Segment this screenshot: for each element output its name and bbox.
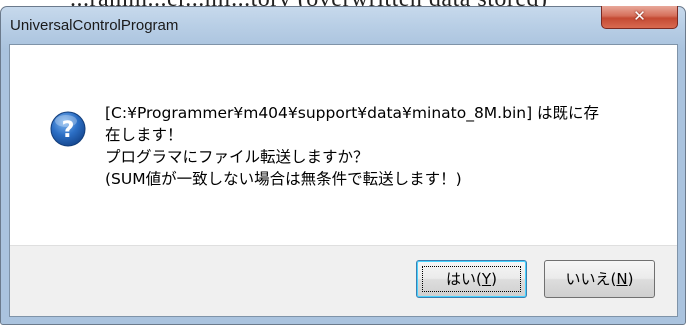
message-line: (SUM値が一致しない場合は無条件で転送します！) (105, 170, 462, 188)
dialog-client-area: ? [C:¥Programmer¥m404¥support¥data¥minat… (9, 44, 678, 317)
window-title: UniversalControlProgram (10, 17, 179, 34)
no-button-label: いいえ(N) (565, 270, 634, 288)
close-button[interactable]: ✕ (601, 6, 678, 29)
message-line: プログラマにファイル転送しますか？ (105, 148, 369, 166)
message-line: 在します！ (105, 126, 183, 144)
question-icon: ? (50, 111, 86, 147)
dialog-message: [C:¥Programmer¥m404¥support¥data¥minato_… (105, 102, 665, 190)
message-line: [C:¥Programmer¥m404¥support¥data¥minato_… (105, 104, 600, 122)
yes-button[interactable]: はい(Y) (416, 260, 527, 298)
svg-text:?: ? (62, 118, 75, 143)
yes-button-label: はい(Y) (446, 270, 497, 288)
close-icon: ✕ (633, 7, 646, 25)
no-button[interactable]: いいえ(N) (544, 260, 655, 298)
message-dialog: UniversalControlProgram ✕ ? [C:¥Programm… (0, 6, 686, 325)
